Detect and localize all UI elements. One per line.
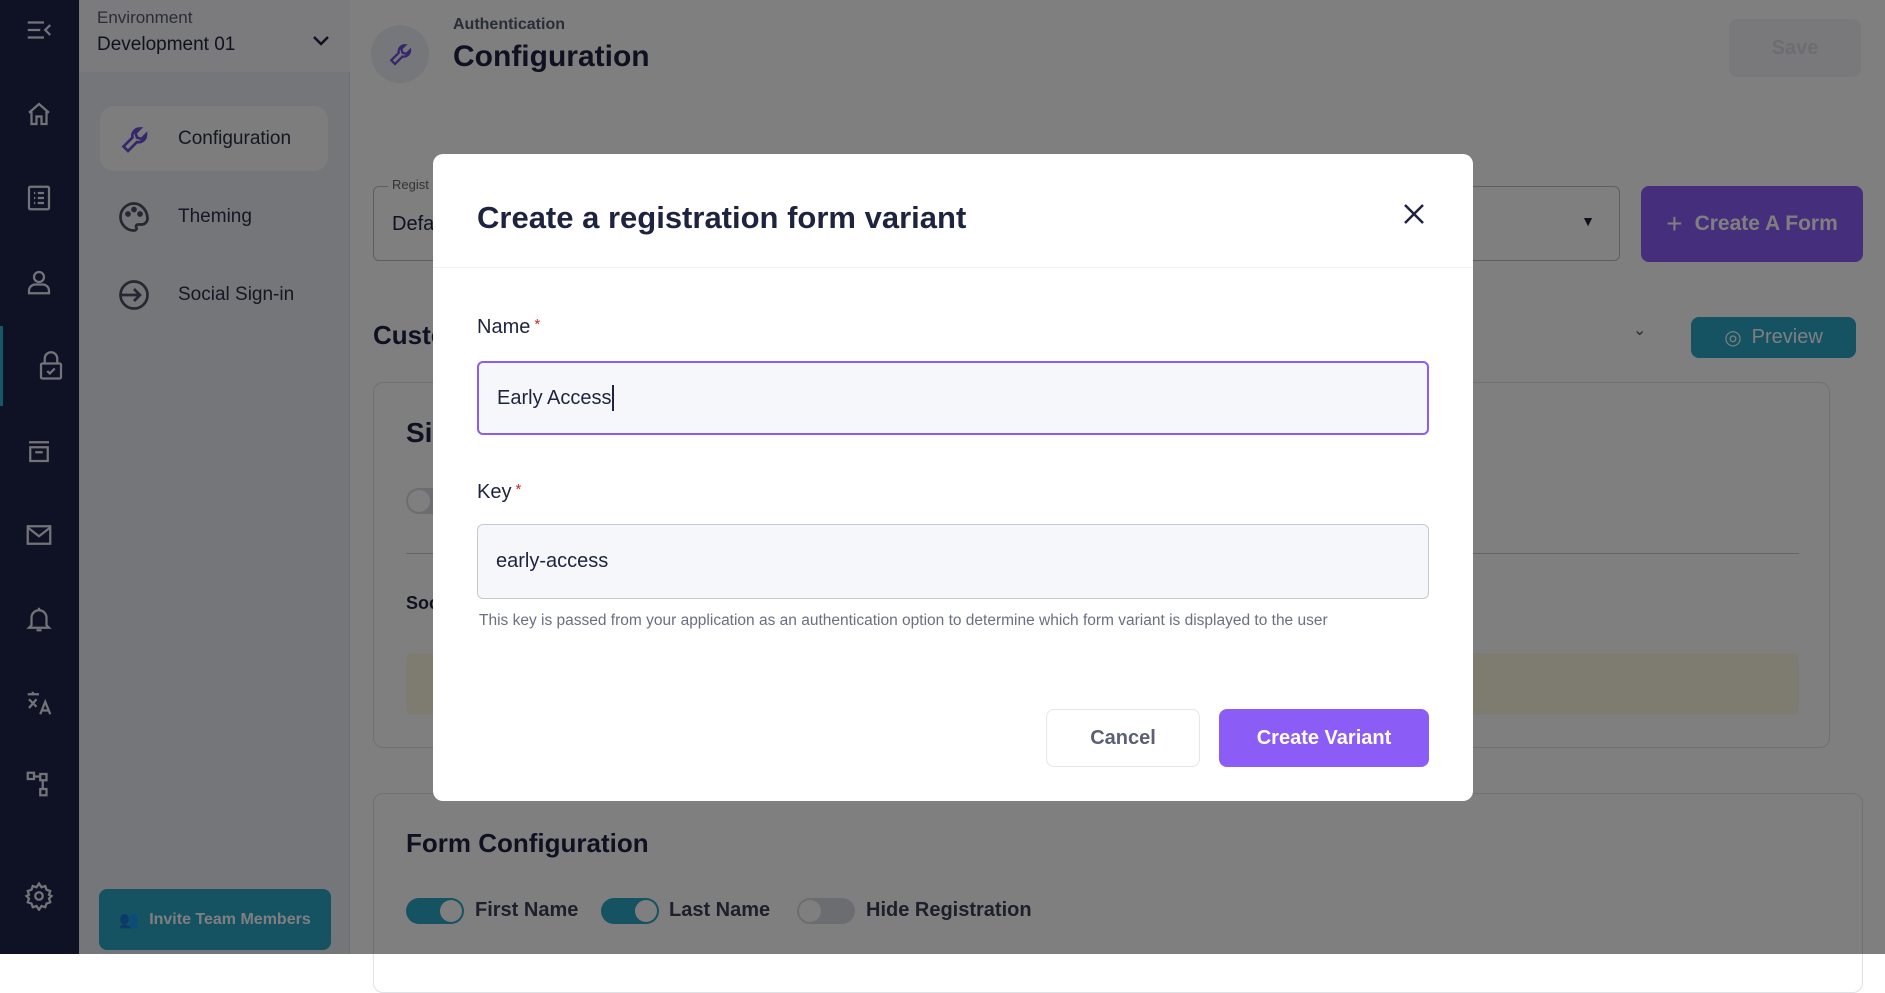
modal-title: Create a registration form variant [477,200,967,235]
text-cursor [612,385,615,411]
key-help-text: This key is passed from your application… [479,612,1328,629]
name-input[interactable]: Early Access [477,361,1429,435]
required-mark: * [534,316,541,333]
key-label: Key * [477,481,521,504]
name-label: Name * [477,316,540,339]
modal-header: Create a registration form variant [433,154,1473,268]
key-value: early-access [496,550,609,572]
name-value: Early Access [497,386,612,409]
create-variant-modal: Create a registration form variant Name *… [433,154,1473,801]
name-label-text: Name [477,316,531,338]
required-mark: * [515,481,522,498]
cancel-button[interactable]: Cancel [1046,709,1200,767]
create-variant-button[interactable]: Create Variant [1219,709,1429,767]
close-icon[interactable] [1402,202,1426,226]
key-label-text: Key [477,481,512,503]
key-input[interactable]: early-access [477,524,1429,599]
